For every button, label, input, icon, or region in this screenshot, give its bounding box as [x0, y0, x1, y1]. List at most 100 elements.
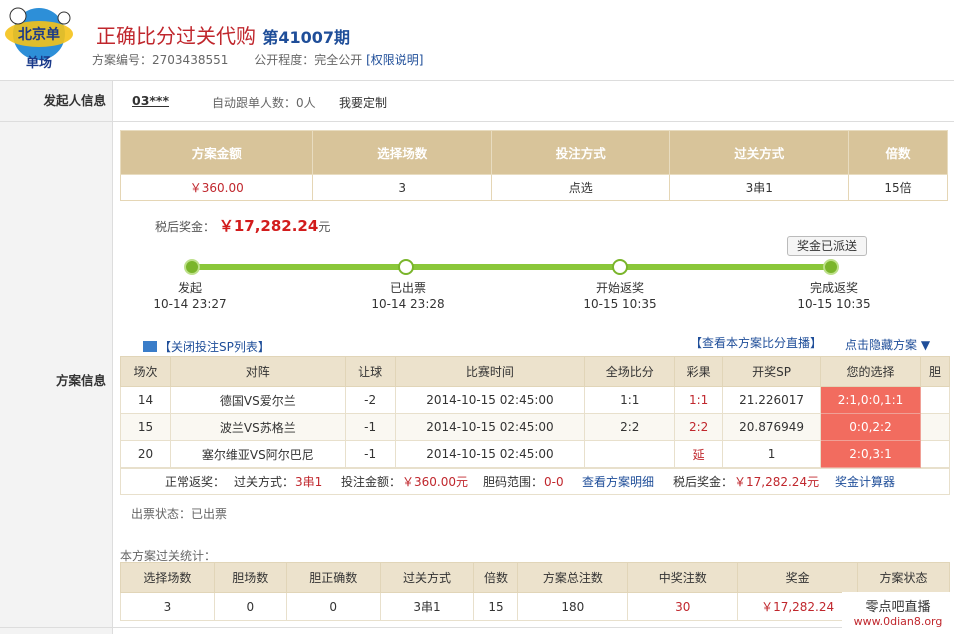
table-row: 3 0 0 3串1 15 180 30 ￥17,282.24 [120, 592, 950, 621]
stats-cell: 3 [120, 592, 215, 621]
svg-text:北京单: 北京单 [18, 26, 60, 43]
header-amount: 方案金额 [119, 130, 314, 175]
match-handicap: -1 [344, 413, 396, 441]
plan-meta: 方案编号：2703438551 公开程度：完全公开 [权限说明] [92, 51, 423, 68]
stats-col: 胆正确数 [285, 562, 381, 593]
close-sp-link[interactable]: 【关闭投注SP列表】 [159, 340, 270, 354]
header-multiple: 倍数 [848, 130, 948, 175]
col-time: 比赛时间 [394, 356, 586, 387]
stats-cell: 0 [285, 592, 381, 621]
summary-aftertax-label: 税后奖金： [673, 475, 734, 489]
logo-label: 单场 [26, 56, 53, 71]
match-no: 14 [120, 386, 171, 414]
divider [112, 80, 113, 634]
col-no: 场次 [120, 356, 171, 387]
header-count: 选择场数 [312, 130, 492, 175]
dan-value: 0-0 [544, 475, 564, 489]
step-time: 10-15 10:35 [583, 297, 657, 311]
auto-follow-count: 自动跟单人数：0人 [212, 96, 316, 110]
ticket-status: 出票状态：已出票 [131, 507, 228, 521]
match-choice: 2:1,0:0,1:1 [820, 386, 921, 414]
match-handicap: -1 [344, 440, 396, 468]
match-handicap: -2 [344, 386, 396, 414]
plan-detail-link[interactable]: 查看方案明细 [582, 469, 654, 495]
bonus-calculator-link[interactable]: 奖金计算器 [835, 469, 895, 495]
step-payout-start: 开始返奖 10-15 10:35 [578, 280, 662, 312]
stats-col: 奖金 [737, 562, 859, 593]
step-time: 10-15 10:35 [797, 297, 871, 311]
normal-payout-label: 正常返奖： [165, 475, 226, 489]
step-label: 完成返奖 [809, 281, 858, 295]
match-no: 20 [120, 440, 171, 468]
hide-plan-link[interactable]: 点击隐藏方案 ▼ [845, 336, 930, 353]
stats-col: 倍数 [473, 562, 519, 593]
step-time: 10-14 23:27 [153, 297, 227, 311]
progress-dot-ticket [398, 259, 414, 275]
amount-value: ￥360.00元 [402, 475, 468, 489]
stats-col: 选择场数 [120, 562, 215, 593]
pass-type-value: 3串1 [669, 174, 849, 201]
match-result: 2:2 [674, 413, 724, 441]
match-dan [919, 386, 951, 414]
aftertax-label: 税后奖金： [155, 220, 216, 234]
table-row: 20 塞尔维亚VS阿尔巴尼 -1 2014-10-15 02:45:00 延 1… [120, 440, 951, 468]
match-dan [919, 440, 951, 468]
stats-col: 胆场数 [213, 562, 287, 593]
step-start: 发起 10-14 23:27 [150, 280, 230, 312]
list-icon [143, 341, 157, 352]
aftertax-bonus: 税后奖金： ￥17,282.24元 [155, 215, 330, 236]
initiator-row: 发起人信息 03*** 自动跟单人数：0人 我要定制 [0, 80, 954, 122]
match-teams: 德国VS爱尔兰 [169, 386, 346, 414]
watermark-line1: 零点吧直播 [865, 600, 931, 615]
amount-value: ￥360.00 [119, 174, 314, 201]
step-ticket: 已出票 10-14 23:28 [366, 280, 450, 312]
initiator-label: 发起人信息 [0, 81, 112, 121]
initiator-user-link[interactable]: 03*** [132, 93, 169, 108]
issue-number: 第41007期 [262, 28, 351, 47]
count-value: 3 [312, 174, 492, 201]
progress-bar [191, 264, 831, 270]
progress-dot-payout-done [823, 259, 839, 275]
stats-cell: ￥17,282.24 [737, 592, 859, 621]
header-pass-type: 过关方式 [669, 130, 849, 175]
aftertax-unit: 元 [318, 220, 331, 234]
watermark-line2: www.0dian8.org [853, 615, 943, 628]
live-score-link[interactable]: 【查看本方案比分直播】 [690, 334, 822, 351]
match-score [584, 440, 676, 468]
pass-value: 3串1 [295, 475, 323, 489]
match-score: 2:2 [584, 413, 676, 441]
public-value: 完全公开 [314, 53, 363, 67]
stats-cell: 3串1 [379, 592, 475, 621]
amount-label: 投注金额： [341, 475, 402, 489]
col-score: 全场比分 [584, 356, 676, 387]
col-handicap: 让球 [344, 356, 396, 387]
summary-aftertax-value: ￥17,282.24元 [734, 475, 820, 489]
plan-info-label-cell: 方案信息 [0, 122, 112, 634]
watermark: 零点吧直播 www.0dian8.org [842, 592, 954, 634]
stats-col: 方案总注数 [517, 562, 629, 593]
match-result: 延 [674, 440, 724, 468]
match-time: 2014-10-15 02:45:00 [394, 440, 586, 468]
plan-summary-table: 方案金额 选择场数 投注方式 过关方式 倍数 ￥360.00 3 点选 3串1 … [119, 130, 948, 201]
match-result: 1:1 [674, 386, 724, 414]
step-payout-done: 完成返奖 10-15 10:35 [792, 280, 876, 312]
match-time: 2014-10-15 02:45:00 [394, 413, 586, 441]
custom-link[interactable]: 我要定制 [339, 94, 387, 111]
match-teams: 塞尔维亚VS阿尔巴尼 [169, 440, 346, 468]
page-header: 北京单 单场 正确比分过关代购 第41007期 方案编号：2703438551 … [0, 0, 954, 80]
divider [0, 627, 954, 628]
stats-col: 方案状态 [857, 562, 950, 593]
multiple-value: 15倍 [848, 174, 948, 201]
close-sp-toggle[interactable]: 【关闭投注SP列表】 [143, 338, 270, 355]
stats-table: 选择场数 胆场数 胆正确数 过关方式 倍数 方案总注数 中奖注数 奖金 方案状态… [120, 562, 950, 621]
progress-dot-payout-start [612, 259, 628, 275]
bonus-sent-button[interactable]: 奖金已派送 [787, 236, 867, 256]
stats-col: 过关方式 [379, 562, 475, 593]
permission-link[interactable]: [权限说明] [366, 53, 423, 67]
match-no: 15 [120, 413, 171, 441]
match-teams: 波兰VS苏格兰 [169, 413, 346, 441]
bet-type-value: 点选 [490, 174, 671, 201]
table-row: 15 波兰VS苏格兰 -1 2014-10-15 02:45:00 2:2 2:… [120, 413, 951, 441]
stats-cell: 30 [627, 592, 739, 621]
step-label: 发起 [178, 281, 203, 295]
